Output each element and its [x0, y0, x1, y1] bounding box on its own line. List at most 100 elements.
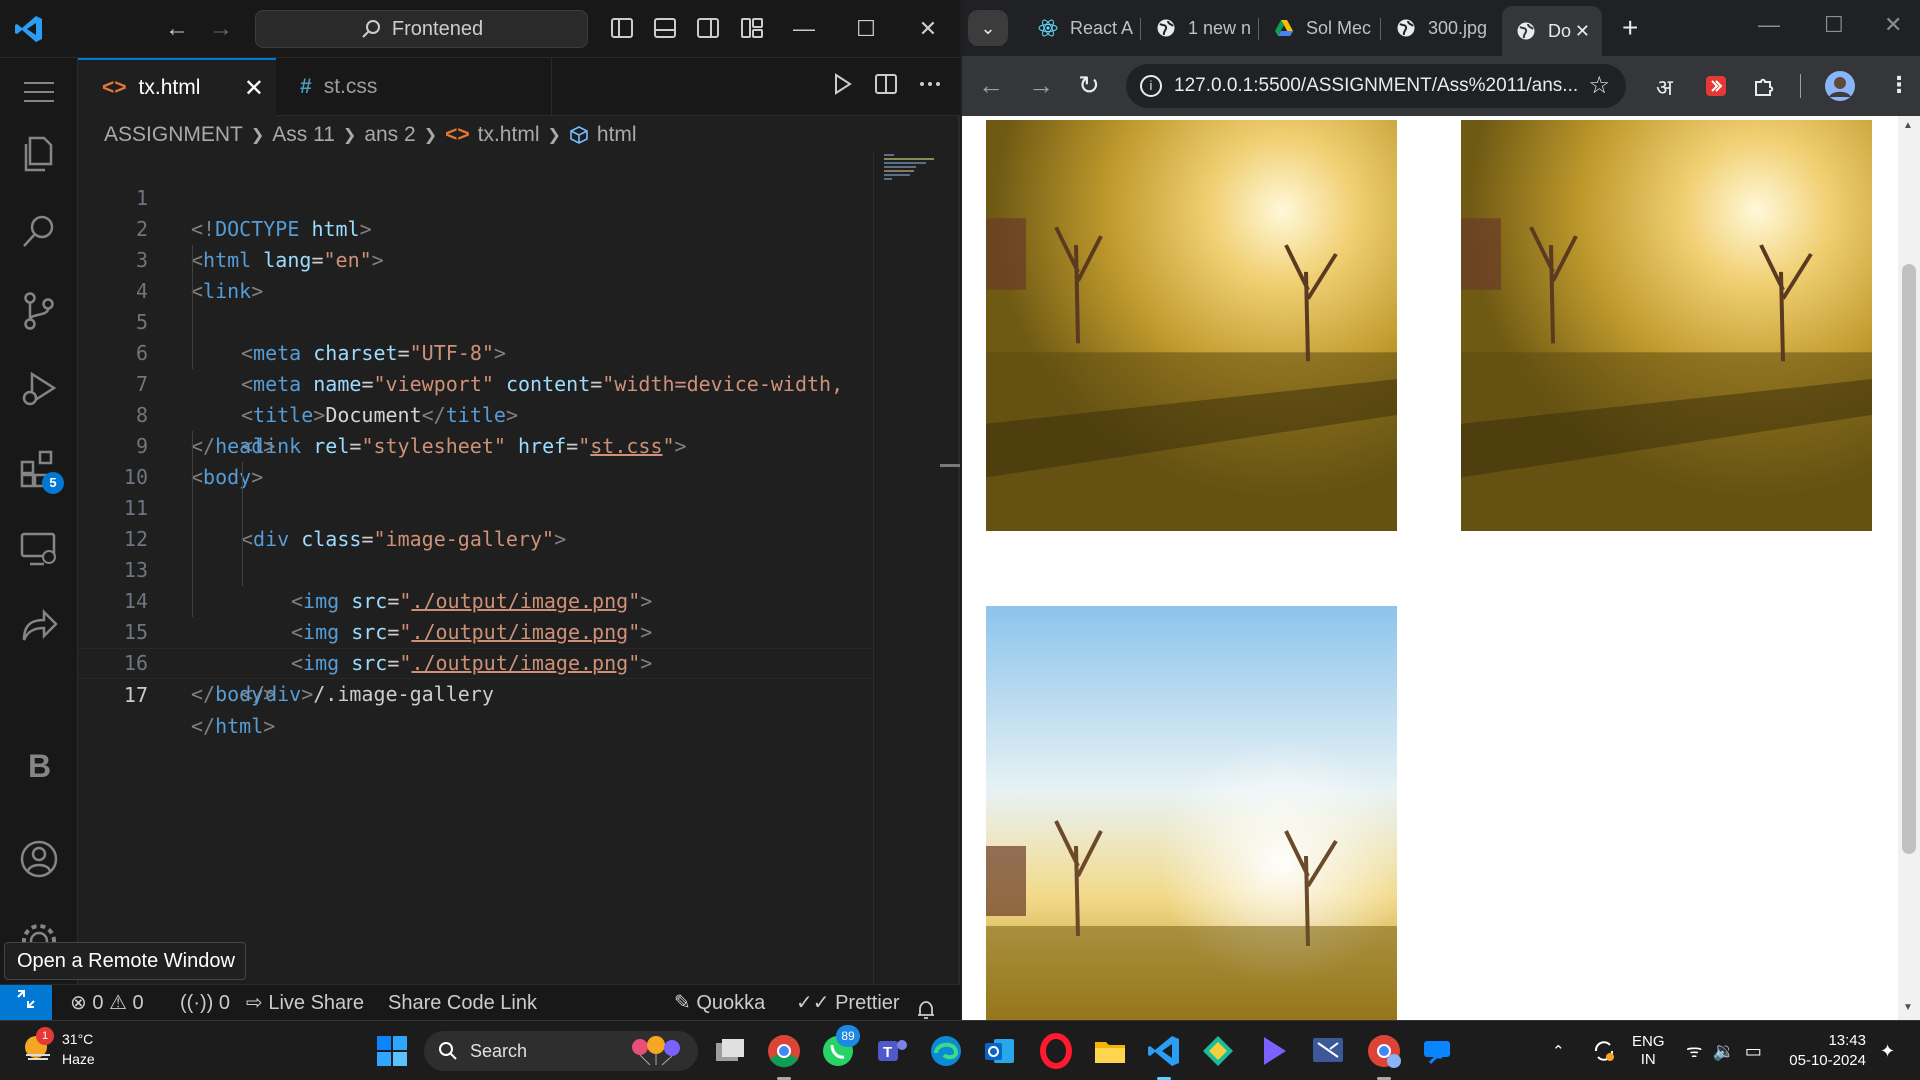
explorer-files-icon[interactable] — [18, 132, 60, 174]
toggle-panel-icon[interactable] — [653, 16, 677, 40]
source-control-icon[interactable] — [18, 290, 60, 332]
back-arrow-icon[interactable]: ← — [162, 14, 192, 44]
page-scrollbar[interactable]: ▲ ▼ — [1898, 116, 1920, 1020]
file-explorer-icon[interactable] — [1092, 1033, 1128, 1069]
quick-settings[interactable]: ᯤ 🔉 ▭ — [1686, 1021, 1762, 1080]
share-code-link-status[interactable]: Share Code Link — [388, 985, 537, 1021]
toggle-primary-sidebar-icon[interactable] — [610, 16, 634, 40]
new-tab-plus-icon[interactable]: + — [1622, 12, 1638, 44]
outlook-icon[interactable] — [982, 1033, 1018, 1069]
ports-indicator[interactable]: ((·)) 0 — [180, 985, 230, 1021]
remote-explorer-icon[interactable] — [18, 528, 60, 570]
remote-desktop-icon[interactable] — [1310, 1033, 1346, 1069]
error-icon: ⊗ — [70, 992, 87, 1014]
more-actions-icon[interactable] — [918, 72, 942, 96]
globe-icon — [1157, 19, 1175, 37]
remote-window-button[interactable] — [0, 985, 52, 1021]
close-tab-icon[interactable]: ✕ — [244, 74, 264, 103]
close-icon[interactable]: ✕ — [1884, 12, 1902, 38]
breadcrumb-item[interactable]: Ass 11 — [272, 123, 335, 147]
minimize-icon[interactable]: — — [1758, 12, 1780, 38]
hindi-input-extension-icon[interactable]: अ — [1656, 72, 1673, 102]
indent-guide — [192, 245, 193, 276]
code-editor[interactable]: 1 <!DOCTYPE html> 2 <html lang="en"> 3 <… — [78, 152, 873, 984]
run-and-debug-icon[interactable] — [18, 368, 60, 410]
prettier-status[interactable]: ✓✓ Prettier — [796, 985, 900, 1021]
clock[interactable]: 13:43 05-10-2024 — [1782, 1021, 1866, 1080]
chrome-window: ⌄ React A 1 new n Sol Mec 300.jpg Do ✕ +… — [962, 0, 1920, 1020]
minimap[interactable] — [873, 152, 939, 984]
extension-b-icon[interactable]: B — [28, 748, 51, 785]
taskbar-search[interactable]: Search — [424, 1031, 698, 1071]
scrollbar-thumb[interactable] — [1902, 264, 1916, 854]
reload-icon[interactable]: ↻ — [1078, 70, 1100, 101]
tab-separator — [1140, 18, 1141, 40]
chrome-menu-kebab-icon[interactable]: ⋮ — [1888, 72, 1910, 98]
maximize-icon[interactable]: ☐ — [1824, 12, 1844, 38]
scroll-up-arrow-icon[interactable]: ▲ — [1903, 120, 1913, 131]
live-share-icon[interactable] — [18, 606, 60, 648]
language-indicator[interactable]: ENG IN — [1632, 1021, 1665, 1080]
weather-widget[interactable]: 1 31°C Haze — [20, 1027, 95, 1069]
minimap-line — [884, 154, 894, 156]
indent-guide — [192, 462, 193, 493]
chrome-tab-300-jpg[interactable]: 300.jpg — [1386, 8, 1502, 48]
extensions-badge: 5 — [42, 472, 64, 494]
problems-indicator[interactable]: ⊗ 0 ⚠ 0 — [70, 985, 144, 1021]
copilot-icon[interactable]: ✦ — [1880, 1021, 1895, 1080]
customize-layout-icon[interactable] — [740, 16, 764, 40]
search-icon[interactable] — [18, 210, 60, 252]
breadcrumb-item[interactable]: ans 2 — [364, 123, 415, 147]
windows-start-icon[interactable] — [374, 1033, 410, 1069]
chrome-tab-new-message[interactable]: 1 new n — [1146, 8, 1258, 48]
split-editor-icon[interactable] — [874, 72, 898, 96]
weather-temp: 31°C — [62, 1031, 94, 1047]
address-bar[interactable]: i 127.0.0.1:5500/ASSIGNMENT/Ass%2011/ans… — [1126, 64, 1626, 108]
close-tab-icon[interactable]: ✕ — [1575, 21, 1590, 42]
maximize-icon[interactable]: ☐ — [848, 12, 884, 46]
back-arrow-icon[interactable]: ← — [978, 70, 1004, 101]
chrome-profile-icon[interactable] — [1366, 1033, 1402, 1069]
code-line: 14 — [78, 555, 873, 613]
quokka-status[interactable]: ✎ Quokka — [674, 985, 765, 1021]
live-share-icon: ⇨ — [246, 992, 263, 1014]
teams-icon[interactable]: T — [874, 1033, 910, 1069]
command-center-search[interactable]: Frontened — [255, 10, 588, 48]
sync-icon[interactable] — [1592, 1039, 1616, 1063]
toggle-secondary-sidebar-icon[interactable] — [696, 16, 720, 40]
profile-avatar[interactable] — [1824, 70, 1856, 102]
tab-st-css[interactable]: # st.css — [276, 58, 552, 116]
run-icon[interactable] — [830, 72, 854, 96]
forward-arrow-icon[interactable]: → — [206, 14, 236, 44]
clipchamp-icon[interactable] — [1256, 1033, 1292, 1069]
forward-arrow-icon[interactable]: → — [1028, 70, 1054, 101]
edge-icon[interactable] — [928, 1033, 964, 1069]
show-hidden-icons-chevron[interactable]: ⌃ — [1552, 1021, 1565, 1080]
breadcrumb-item[interactable]: tx.html — [478, 123, 540, 147]
tab-search-chevron-icon[interactable]: ⌄ — [968, 10, 1008, 46]
chrome-tab-drive[interactable]: Sol Mec — [1264, 8, 1380, 48]
git-kraken-icon[interactable] — [1200, 1033, 1236, 1069]
chrome-taskbar-icon[interactable] — [766, 1033, 802, 1069]
bookmark-star-icon[interactable]: ☆ — [1588, 64, 1610, 108]
chrome-tab-react[interactable]: React A — [1026, 8, 1140, 48]
breadcrumb-item[interactable]: html — [597, 123, 637, 147]
live-share-status[interactable]: ⇨ Live Share — [246, 985, 364, 1021]
task-view-icon[interactable] — [712, 1033, 748, 1069]
tab-tx-html[interactable]: <> tx.html ✕ — [78, 58, 276, 116]
scroll-down-arrow-icon[interactable]: ▼ — [1903, 1002, 1913, 1013]
menu-icon[interactable] — [22, 78, 56, 106]
site-info-icon[interactable]: i — [1140, 75, 1162, 97]
close-icon[interactable]: ✕ — [910, 12, 946, 46]
chrome-tab-document-active[interactable]: Do ✕ — [1502, 6, 1602, 56]
extensions-puzzle-icon[interactable] — [1752, 74, 1776, 98]
red-extension-icon[interactable] — [1704, 74, 1728, 98]
breadcrumb-item[interactable]: ASSIGNMENT — [104, 123, 243, 147]
minimap-line — [884, 162, 926, 164]
line-number: 17 — [123, 683, 148, 707]
vscode-taskbar-icon[interactable] — [1146, 1033, 1182, 1069]
minimize-icon[interactable]: — — [786, 12, 822, 46]
opera-icon[interactable] — [1038, 1033, 1074, 1069]
accounts-icon[interactable] — [18, 838, 60, 880]
quick-assist-icon[interactable] — [1420, 1033, 1456, 1069]
